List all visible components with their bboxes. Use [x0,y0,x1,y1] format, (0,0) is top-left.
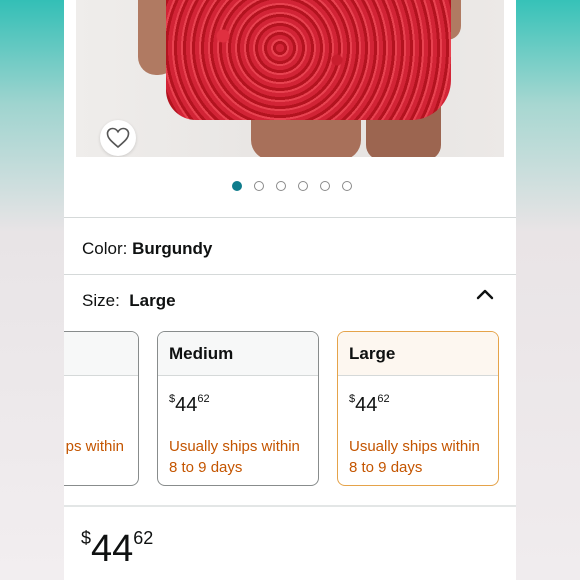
price-whole: 44 [175,394,198,416]
carousel-dot-5[interactable] [320,181,330,191]
color-label: Color: [82,239,128,258]
shipping-text: Usually ships within 8 to 9 days [349,436,498,478]
price-whole: 44 [91,528,134,570]
divider [64,217,516,218]
size-row[interactable]: Size: Large [82,291,176,311]
color-value: Burgundy [132,239,213,258]
size-option-name: Medium [158,332,318,376]
carousel-dot-2[interactable] [254,181,264,191]
price-fraction: 62 [133,528,154,548]
shipping-line: Usually ships within [169,438,300,455]
carousel-dot-1[interactable] [232,181,242,191]
product-detail-card: Color: Burgundy Size: Large ps within Me… [64,0,516,580]
divider [64,274,516,275]
size-label: Size: [82,291,120,310]
favorite-button[interactable] [100,120,136,156]
carousel-dot-4[interactable] [298,181,308,191]
option-price: $4462 [349,393,390,417]
size-option-name [64,332,138,376]
size-option-large[interactable]: Large $4462 Usually ships within 8 to 9 … [337,331,499,486]
shipping-line: 8 to 9 days [169,459,243,476]
main-price: $4462 [81,528,153,571]
divider [64,505,516,507]
carousel-dots [64,181,516,191]
price-fraction: 62 [377,393,390,405]
carousel-dot-6[interactable] [342,181,352,191]
size-option-partial[interactable]: ps within [64,331,139,486]
shipping-text: Usually ships within 8 to 9 days [169,436,318,478]
background-left [0,0,64,580]
photo-lace-skirt [166,0,451,120]
shipping-line: 8 to 9 days [349,459,423,476]
option-price: $4462 [169,393,210,417]
background-right [516,0,580,580]
heart-icon [106,127,130,149]
size-option-name: Large [338,332,498,376]
shipping-line: ps within [65,438,124,455]
chevron-up-icon[interactable] [476,288,494,300]
price-fraction: 62 [197,393,210,405]
product-image[interactable] [76,0,504,157]
shipping-text: ps within [66,436,124,457]
shipping-line: Usually ships within [349,438,480,455]
price-whole: 44 [355,394,378,416]
size-value: Large [129,291,176,310]
size-option-medium[interactable]: Medium $4462 Usually ships within 8 to 9… [157,331,319,486]
carousel-dot-3[interactable] [276,181,286,191]
color-row: Color: Burgundy [82,239,212,259]
price-symbol: $ [81,528,92,548]
